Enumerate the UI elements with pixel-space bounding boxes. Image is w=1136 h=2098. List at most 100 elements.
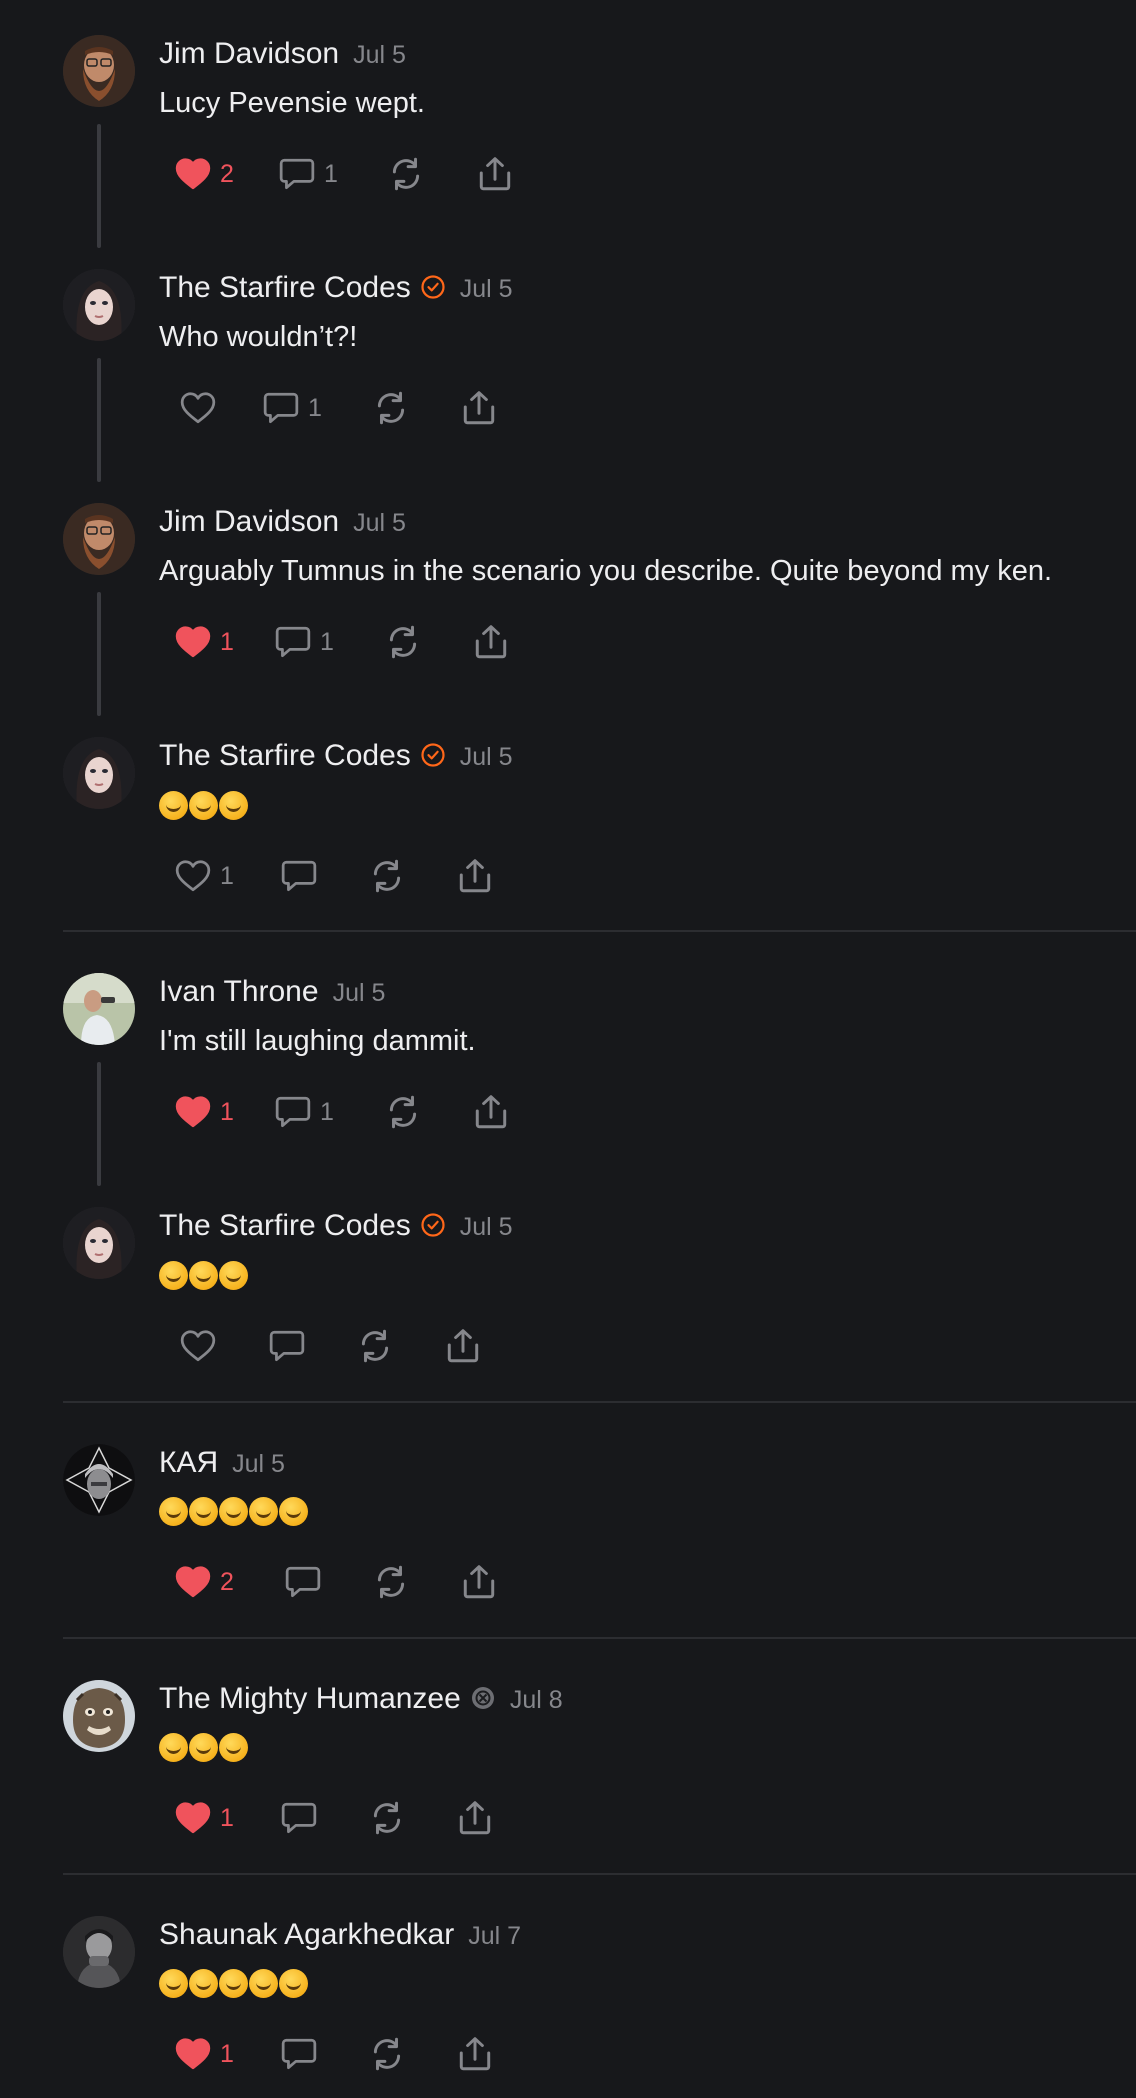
avatar[interactable]	[63, 269, 135, 341]
avatar[interactable]	[63, 35, 135, 107]
restack-icon	[368, 2035, 406, 2073]
restack-button[interactable]	[384, 1090, 422, 1134]
thread-divider	[63, 1401, 1136, 1403]
share-icon	[456, 1799, 494, 1837]
thread-divider	[63, 1637, 1136, 1639]
rofl-emoji	[249, 1969, 278, 1998]
restack-icon	[372, 1563, 410, 1601]
author-name[interactable]: Jim Davidson	[159, 37, 339, 71]
restack-icon	[368, 1799, 406, 1837]
author-name[interactable]: КАЯ	[159, 1446, 218, 1480]
comment-text	[159, 1261, 248, 1290]
author-name[interactable]: The Mighty Humanzee	[159, 1682, 461, 1716]
reply-button[interactable]: 1	[262, 386, 322, 430]
author-name[interactable]: Ivan Throne	[159, 975, 319, 1009]
comment-text: Arguably Tumnus in the scenario you desc…	[159, 555, 1053, 587]
comment-date[interactable]: Jul 8	[510, 1686, 563, 1715]
reply-button[interactable]: 1	[274, 1090, 334, 1134]
like-button[interactable]: 1	[174, 1090, 234, 1134]
share-icon	[472, 623, 510, 661]
like-button[interactable]: 2	[174, 1560, 234, 1604]
author-name[interactable]: Shaunak Agarkhedkar	[159, 1918, 454, 1952]
rofl-emoji	[219, 1497, 248, 1526]
restack-button[interactable]	[368, 2032, 406, 2076]
restack-button[interactable]	[368, 854, 406, 898]
share-button[interactable]	[476, 152, 514, 196]
share-icon	[476, 155, 514, 193]
like-button[interactable]: 1	[174, 2032, 234, 2076]
comment-bubble-icon	[262, 389, 300, 427]
comment-date[interactable]: Jul 5	[333, 979, 386, 1008]
heart-icon	[174, 155, 212, 193]
like-button[interactable]: 2	[174, 152, 234, 196]
comment-bubble-icon	[280, 1799, 318, 1837]
avatar[interactable]	[63, 1444, 135, 1516]
avatar[interactable]	[63, 1916, 135, 1988]
comment-date[interactable]: Jul 5	[460, 743, 513, 772]
comment-text	[159, 1733, 248, 1762]
comment-date[interactable]: Jul 5	[460, 1213, 513, 1242]
restack-icon	[368, 857, 406, 895]
share-button[interactable]	[444, 1324, 482, 1368]
joy-emoji	[279, 1969, 308, 1998]
reply-button[interactable]: 1	[274, 620, 334, 664]
restack-icon	[384, 623, 422, 661]
reply-button[interactable]	[280, 2032, 318, 2076]
share-button[interactable]	[456, 854, 494, 898]
share-button[interactable]	[472, 1090, 510, 1134]
rofl-emoji	[159, 791, 188, 820]
share-button[interactable]	[456, 2032, 494, 2076]
avatar[interactable]	[63, 503, 135, 575]
author-name[interactable]: The Starfire Codes	[159, 739, 411, 773]
heart-icon	[179, 389, 217, 427]
verified-check-icon	[420, 1212, 446, 1238]
restack-button[interactable]	[372, 1560, 410, 1604]
rofl-emoji	[159, 1733, 188, 1762]
comment-date[interactable]: Jul 5	[353, 41, 406, 70]
reply-button[interactable]: 1	[278, 152, 338, 196]
rofl-emoji	[189, 791, 218, 820]
avatar[interactable]	[63, 737, 135, 809]
like-button[interactable]: 1	[174, 620, 234, 664]
author-name[interactable]: Jim Davidson	[159, 505, 339, 539]
comment-text: I'm still laughing dammit.	[159, 1025, 476, 1057]
comment-date[interactable]: Jul 7	[468, 1922, 521, 1951]
comment-date[interactable]: Jul 5	[460, 275, 513, 304]
reply-button[interactable]	[280, 854, 318, 898]
restack-button[interactable]	[387, 152, 425, 196]
share-icon	[460, 389, 498, 427]
comment-text	[159, 1969, 308, 1998]
like-count: 1	[220, 2039, 234, 2068]
verified-check-icon	[420, 742, 446, 768]
author-name[interactable]: The Starfire Codes	[159, 1209, 411, 1243]
rofl-emoji	[189, 1733, 218, 1762]
comment-date[interactable]: Jul 5	[353, 509, 406, 538]
like-count: 2	[220, 1567, 234, 1596]
reply-button[interactable]	[268, 1324, 306, 1368]
thread-connector	[97, 1062, 101, 1186]
like-button[interactable]: 1	[174, 854, 234, 898]
like-button[interactable]	[179, 1324, 217, 1368]
author-name[interactable]: The Starfire Codes	[159, 271, 411, 305]
share-button[interactable]	[456, 1796, 494, 1840]
share-button[interactable]	[460, 386, 498, 430]
avatar[interactable]	[63, 973, 135, 1045]
reply-button[interactable]	[284, 1560, 322, 1604]
reply-button[interactable]	[280, 1796, 318, 1840]
comment-date[interactable]: Jul 5	[232, 1450, 285, 1479]
restack-button[interactable]	[372, 386, 410, 430]
avatar[interactable]	[63, 1207, 135, 1279]
restack-button[interactable]	[384, 620, 422, 664]
reply-count: 1	[324, 159, 338, 188]
restack-button[interactable]	[356, 1324, 394, 1368]
badge-icon	[470, 1685, 496, 1711]
like-button[interactable]	[179, 386, 225, 430]
restack-button[interactable]	[368, 1796, 406, 1840]
share-icon	[456, 857, 494, 895]
like-count: 1	[220, 1097, 234, 1126]
share-button[interactable]	[472, 620, 510, 664]
share-button[interactable]	[460, 1560, 498, 1604]
like-button[interactable]: 1	[174, 1796, 234, 1840]
thread-connector	[97, 358, 101, 482]
avatar[interactable]	[63, 1680, 135, 1752]
